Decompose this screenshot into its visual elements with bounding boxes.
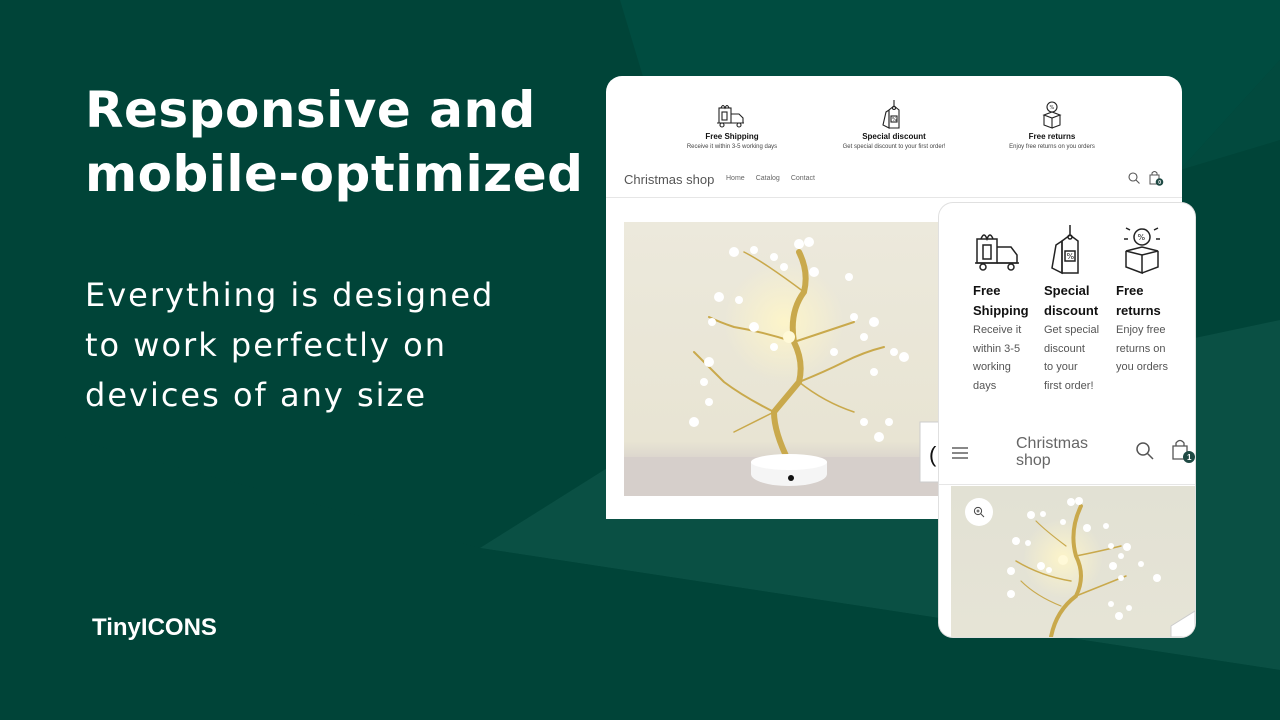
discount-tag-icon: % — [1051, 225, 1079, 275]
subtitle-line-2: to work perfectly on — [85, 326, 448, 364]
subtitle-line-1: Everything is designed — [85, 276, 495, 314]
mobile-header: Christmas shop 1 — [939, 427, 1195, 485]
desktop-nav-links: Home Catalog Contact — [726, 175, 815, 182]
svg-text:%: % — [1138, 233, 1146, 242]
nav-link-catalog[interactable]: Catalog — [756, 175, 780, 182]
desktop-features-row: Free Shipping Receive it within 3-5 work… — [606, 100, 1182, 160]
svg-text:%: % — [892, 117, 897, 123]
cart-count: 0 — [1158, 180, 1161, 186]
feature-title: Free returns — [1116, 283, 1161, 318]
discount-tag-icon: % — [882, 100, 900, 129]
return-box-icon: % — [1042, 101, 1062, 129]
headline-line-1: Responsive and — [85, 81, 536, 139]
search-icon[interactable] — [1135, 441, 1155, 461]
cart-icon[interactable]: 0 — [1148, 169, 1164, 187]
feature-desc: Enjoy free returns on you orders — [1009, 144, 1095, 150]
delivery-truck-gift-icon — [717, 104, 744, 128]
zoom-in-icon — [973, 506, 985, 518]
mobile-feature-returns: % Free returns Enjoy free returns on you… — [1116, 225, 1186, 377]
desktop-feature-returns: % Free returns Enjoy free returns on you… — [952, 100, 1152, 150]
led-tree-lamp-image: ( — [624, 237, 944, 496]
feature-desc: Get special discount to your first order… — [1044, 324, 1100, 392]
svg-text:%: % — [1050, 105, 1055, 111]
cart-icon[interactable]: 1 — [1171, 437, 1195, 463]
delivery-truck-gift-icon — [975, 234, 1019, 271]
hero-subtitle: Everything is designed to work perfectly… — [85, 270, 565, 420]
nav-link-contact[interactable]: Contact — [791, 175, 815, 182]
mobile-preview: Free Shipping Receive it within 3-5 work… — [939, 203, 1195, 637]
feature-desc: Enjoy free returns on you orders — [1116, 324, 1168, 373]
feature-title: Free Shipping — [973, 283, 1029, 318]
desktop-header: Christmas shop Home Catalog Contact 0 — [606, 164, 1182, 198]
headline-line-2: mobile-optimized — [85, 145, 584, 203]
feature-title: Free returns — [1028, 132, 1076, 141]
hero-headline: Responsive and mobile-optimized — [85, 78, 605, 206]
product-image[interactable] — [951, 486, 1195, 637]
svg-text:%: % — [1067, 252, 1075, 261]
feature-desc: Receive it within 3-5 working days — [973, 324, 1022, 392]
mobile-feature-discount: % Special discount Get special discount … — [1044, 225, 1114, 395]
zoom-image-button[interactable] — [965, 498, 993, 526]
cart-count: 1 — [1187, 453, 1192, 462]
hamburger-menu-icon[interactable] — [951, 444, 969, 462]
subtitle-line-3: devices of any size — [85, 376, 428, 414]
brand-logo: TinyICONS — [92, 614, 217, 641]
mobile-feature-shipping: Free Shipping Receive it within 3-5 work… — [973, 225, 1043, 395]
shop-logo[interactable]: Christmas shop — [1016, 435, 1116, 469]
shop-logo[interactable]: Christmas shop — [624, 172, 714, 187]
svg-text:(: ( — [929, 442, 937, 467]
nav-link-home[interactable]: Home — [726, 175, 745, 182]
product-image[interactable]: ( — [624, 222, 944, 496]
return-box-icon: % — [1124, 227, 1160, 275]
feature-title: Special discount — [1044, 283, 1099, 318]
search-icon[interactable] — [1127, 171, 1141, 185]
